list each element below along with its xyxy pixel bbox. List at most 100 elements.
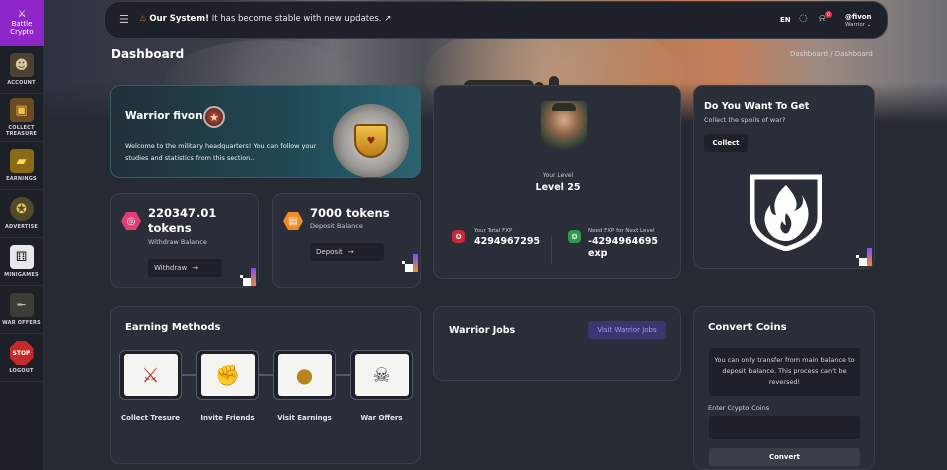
bomb-icon: ● — [277, 354, 332, 396]
welcome-card: Warrior fivon ★ Welcome to the military … — [110, 85, 421, 178]
corner-decoration — [854, 248, 872, 266]
fire-icon: ♨ — [139, 14, 147, 24]
wallet-icon: ◎ — [121, 212, 141, 230]
collect-title: Do You Want To Get — [704, 101, 810, 112]
method-label: Collect Tresure — [121, 414, 180, 422]
next-level-icon: ✪ — [568, 230, 581, 243]
warrior-jobs-title: Warrior Jobs — [449, 325, 516, 336]
sidebar: ⚔ Battle Crypto ☻ ACCOUNT ▣ COLLECT TREA… — [0, 0, 44, 470]
notification-badge: 0 — [825, 11, 832, 18]
brand-logo[interactable]: ⚔ Battle Crypto — [0, 0, 44, 46]
sidebar-item-logout[interactable]: STOP LOGOUT — [0, 334, 43, 382]
need-fxp-value: -4294964695 exp — [588, 236, 659, 259]
deposit-card: ▤ 7000 tokens Deposit Balance Deposit → — [272, 193, 421, 288]
convert-input-label: Enter Crypto Coins — [708, 404, 770, 412]
level-value: Level 25 — [535, 182, 581, 193]
user-name[interactable]: @fivon — [845, 13, 872, 21]
sidebar-item-account[interactable]: ☻ ACCOUNT — [0, 46, 43, 94]
sidebar-item-label: EARNINGS — [6, 176, 37, 182]
stop-sign-icon: STOP — [9, 341, 34, 365]
announcement-text: It has become stable with new updates. — [209, 14, 382, 24]
divider — [551, 236, 552, 264]
corner-decoration — [238, 268, 256, 286]
corner-decoration — [400, 254, 418, 272]
collect-subtitle: Collect the spoils of war? — [704, 116, 786, 124]
level-card: Your Level Level 25 ✪ Your Total FXP 429… — [433, 85, 681, 279]
sidebar-item-label: ADVERTISE — [4, 224, 39, 230]
announcement-highlight: Our System! — [149, 14, 210, 24]
withdraw-amount: 220347.01 tokens — [148, 206, 217, 235]
method-label: Invite Friends — [200, 414, 255, 422]
connector — [336, 374, 350, 376]
convert-note: You can only transfer from main balance … — [709, 348, 860, 396]
collect-button[interactable]: Collect — [704, 134, 748, 152]
sidebar-item-label: LOGOUT — [9, 368, 34, 374]
deposit-button-label: Deposit — [316, 248, 343, 256]
total-fxp-icon: ✪ — [452, 230, 465, 243]
method-invite-friends[interactable]: ✊ Invite Friends — [196, 350, 259, 422]
sidebar-item-label: MINIGAMES — [4, 272, 39, 278]
menu-icon[interactable]: ☰ — [119, 13, 131, 27]
convert-coins-card: Convert Coins You can only transfer from… — [693, 306, 875, 470]
treasure-chest-icon: ▣ — [9, 98, 34, 122]
rifle-icon: ╾ — [9, 293, 34, 317]
total-fxp-value: 4294967295 — [474, 236, 541, 247]
method-collect-treasure[interactable]: ⚔ Collect Tresure — [119, 350, 182, 422]
total-fxp-label: Your Total FXP — [474, 228, 513, 234]
connector — [182, 374, 196, 376]
warrior-jobs-card: Warrior Jobs Visit Warrior Jobs — [433, 306, 681, 381]
language-selector[interactable]: EN — [780, 16, 791, 24]
arrow-right-icon: → — [192, 264, 199, 272]
flame-shield-icon — [750, 174, 822, 251]
page-title: Dashboard — [111, 47, 185, 61]
soldier-icon: ☻ — [9, 53, 34, 77]
sidebar-item-collect-treasure[interactable]: ▣ COLLECT TREASURE — [0, 94, 43, 142]
welcome-text: Welcome to the military headquarters! Yo… — [125, 142, 317, 162]
need-fxp-label: Need FXP for Next Level — [588, 228, 655, 234]
convert-title: Convert Coins — [708, 322, 787, 333]
sidebar-item-label: COLLECT TREASURE — [5, 125, 38, 137]
earning-methods-title: Earning Methods — [125, 322, 221, 333]
dice-icon: ⚅ — [9, 245, 34, 269]
gold-bar-icon: ▰ — [9, 149, 34, 173]
skull-icon: ☠ — [354, 354, 409, 396]
sidebar-item-label: WAR OFFERS — [2, 320, 41, 326]
lightbulb-icon[interactable]: ◌ — [799, 13, 808, 24]
sidebar-item-minigames[interactable]: ⚅ MINIGAMES — [0, 238, 43, 286]
welcome-title: Warrior fivon — [125, 110, 203, 122]
withdraw-label: Withdraw Balance — [148, 238, 207, 246]
user-role-dropdown[interactable]: Warrior ⌄ — [845, 22, 871, 28]
collect-card: Do You Want To Get Collect the spoils of… — [693, 85, 875, 269]
crypto-coins-input[interactable] — [709, 416, 860, 439]
chevron-down-icon: ⌄ — [866, 22, 872, 28]
sidebar-item-war-offers[interactable]: ╾ WAR OFFERS — [0, 286, 43, 334]
deposit-amount: 7000 tokens — [310, 206, 390, 220]
deposit-icon: ▤ — [283, 212, 303, 230]
brand-name: Battle Crypto — [10, 20, 34, 36]
brand-sword-icon: ⚔ — [17, 9, 27, 20]
sidebar-item-earnings[interactable]: ▰ EARNINGS — [0, 142, 43, 190]
breadcrumb[interactable]: Dashboard / Dashboard — [790, 50, 873, 58]
user-role: Warrior — [845, 22, 866, 28]
trophy-icon: ♥ — [333, 104, 409, 177]
earning-methods-card: Earning Methods ⚔ Collect Tresure ✊ Invi… — [110, 306, 421, 464]
deposit-button[interactable]: Deposit → — [310, 243, 384, 261]
topbar: ☰ ♨ Our System! It has become stable wit… — [104, 1, 888, 39]
sidebar-item-advertise[interactable]: ✪ ADVERTISE — [0, 190, 43, 238]
method-war-offers[interactable]: ☠ War Offers — [350, 350, 413, 422]
deposit-label: Deposit Balance — [310, 222, 363, 230]
announcement: ♨ Our System! It has become stable with … — [139, 14, 391, 24]
method-label: War Offers — [360, 414, 403, 422]
withdraw-button[interactable]: Withdraw → — [148, 259, 222, 277]
connector — [259, 374, 273, 376]
method-visit-earnings[interactable]: ● Visit Earnings — [273, 350, 336, 422]
medal-icon: ✪ — [9, 197, 34, 221]
rank-star-icon: ★ — [203, 106, 225, 128]
convert-button[interactable]: Convert — [709, 448, 860, 466]
withdraw-button-label: Withdraw — [154, 264, 188, 272]
level-label: Your Level — [542, 172, 574, 179]
withdraw-card: ◎ 220347.01 tokens Withdraw Balance With… — [110, 193, 259, 288]
sidebar-item-label: ACCOUNT — [7, 80, 36, 86]
visit-warrior-jobs-button[interactable]: Visit Warrior Jobs — [588, 321, 666, 339]
external-link-icon[interactable]: ↗ — [384, 14, 391, 24]
